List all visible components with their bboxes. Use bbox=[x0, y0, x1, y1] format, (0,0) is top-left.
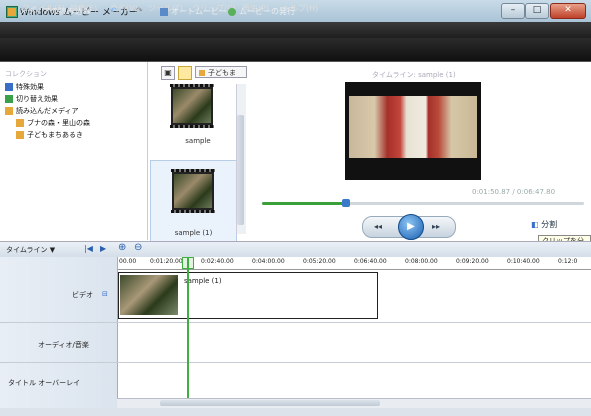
content-item-label: sample (1) bbox=[174, 229, 213, 237]
filmstrip bbox=[170, 125, 214, 128]
effects-icon bbox=[5, 83, 13, 91]
split-icon: ◧ bbox=[531, 220, 539, 229]
clip-thumbnail bbox=[120, 275, 178, 315]
redo-button[interactable]: ↷ bbox=[136, 6, 143, 15]
view-toggle-button[interactable]: ▣ bbox=[161, 66, 175, 80]
content-item-sample-1[interactable]: sample (1) bbox=[150, 160, 237, 242]
import-icon bbox=[8, 7, 16, 16]
ruler-tick: 0:02:40.00 bbox=[201, 258, 234, 265]
content-item-label: sample bbox=[185, 137, 211, 145]
collection-item-label: 特殊効果 bbox=[16, 83, 44, 91]
seek-progress bbox=[262, 202, 346, 205]
split-button[interactable]: ◧ 分割 bbox=[531, 219, 557, 230]
track-label-title-overlay: タイトル オーバーレイ bbox=[8, 379, 81, 387]
zoom-out-icon[interactable]: ⊖ bbox=[134, 242, 142, 253]
split-label: 分割 bbox=[541, 220, 558, 229]
previous-frame-button[interactable]: ◂◂ bbox=[374, 222, 382, 231]
preview-frame bbox=[349, 96, 477, 158]
track-label-video: ビデオ bbox=[72, 291, 93, 299]
ruler-tick: 0:01:20.00 bbox=[150, 258, 183, 265]
playhead-handle[interactable] bbox=[182, 257, 194, 269]
playhead[interactable] bbox=[187, 257, 189, 400]
automovie-icon bbox=[160, 7, 168, 16]
ruler-tick: 0:05:20.00 bbox=[303, 258, 336, 265]
import-media-button[interactable]: メディアの読み込み bbox=[8, 6, 90, 17]
maximize-button[interactable]: □ bbox=[525, 3, 549, 19]
folder-icon bbox=[5, 107, 13, 115]
automovie-button[interactable]: オートムービー bbox=[160, 6, 227, 17]
track-headers bbox=[0, 257, 118, 416]
collection-item-label: 読み込んだメディア bbox=[16, 107, 79, 115]
folder-icon bbox=[16, 119, 24, 127]
play-timeline-button[interactable]: ▶ bbox=[100, 244, 106, 253]
collection-item-transitions[interactable]: 切り替え効果 bbox=[5, 94, 58, 104]
play-button[interactable]: ▶ bbox=[398, 214, 424, 240]
ruler-tick: 0:12:0 bbox=[558, 258, 578, 265]
ruler-tick: 0:08:00.00 bbox=[405, 258, 438, 265]
folder-icon bbox=[199, 70, 205, 76]
track-divider bbox=[0, 362, 117, 363]
collection-item-label: ブナの森・里山の森 bbox=[27, 119, 90, 127]
preview-title: タイムライン: sample (1) bbox=[372, 71, 456, 79]
collections-header: コレクション bbox=[5, 70, 47, 78]
ruler-tick: 0:09:20.00 bbox=[456, 258, 489, 265]
close-button[interactable]: ✕ bbox=[550, 3, 586, 19]
time-display: 0:01:50.87 / 0:06:47.80 bbox=[472, 188, 556, 196]
seek-handle[interactable] bbox=[342, 199, 350, 207]
minimize-button[interactable]: – bbox=[501, 3, 525, 19]
folder-icon bbox=[16, 131, 24, 139]
publish-icon bbox=[228, 7, 236, 16]
filmstrip bbox=[171, 210, 215, 213]
collection-item-kids-walk[interactable]: 子どもまちあるき bbox=[16, 130, 83, 140]
collection-item-imported-media[interactable]: 読み込んだメディア bbox=[5, 106, 79, 116]
ruler-tick: 0:04:00.00 bbox=[252, 258, 285, 265]
breadcrumb[interactable]: 子どもま bbox=[195, 66, 247, 78]
undo-button[interactable]: ↶ bbox=[110, 6, 117, 15]
clip-thumbnail bbox=[171, 87, 213, 125]
collection-item-label: 切り替え効果 bbox=[16, 95, 58, 103]
collection-item-forest[interactable]: ブナの森・里山の森 bbox=[16, 118, 90, 128]
publish-movie-button[interactable]: ムービーの発行 bbox=[228, 6, 295, 17]
automovie-label: オートムービー bbox=[171, 7, 227, 16]
video-track-toggle[interactable]: ⊟ bbox=[102, 290, 108, 298]
import-media-label: メディアの読み込み bbox=[19, 7, 91, 16]
ruler-tick: 0:10:40.00 bbox=[507, 258, 540, 265]
track-divider bbox=[0, 322, 117, 323]
publish-movie-label: ムービーの発行 bbox=[239, 7, 295, 16]
menu-bar bbox=[0, 22, 591, 38]
breadcrumb-label: 子どもま bbox=[208, 69, 236, 77]
clip-label: sample (1) bbox=[184, 277, 222, 285]
zoom-in-icon[interactable]: ⊕ bbox=[118, 242, 126, 253]
toolbar bbox=[0, 38, 591, 62]
ruler-tick: 00.00 bbox=[119, 258, 137, 265]
clip-thumbnail bbox=[172, 172, 214, 210]
timeline-dropdown[interactable]: タイムライン ▼ bbox=[6, 245, 55, 255]
content-item-sample[interactable]: sample bbox=[162, 84, 234, 154]
folder-up-button[interactable] bbox=[178, 66, 192, 80]
collection-item-effects[interactable]: 特殊効果 bbox=[5, 82, 44, 92]
rewind-timeline-button[interactable]: |◀ bbox=[84, 244, 93, 253]
track-label-audio: オーディオ/音楽 bbox=[38, 341, 89, 349]
next-frame-button[interactable]: ▸▸ bbox=[432, 222, 440, 231]
transitions-icon bbox=[5, 95, 13, 103]
contents-scroll-thumb[interactable] bbox=[237, 115, 244, 225]
timeline-scroll-thumb[interactable] bbox=[160, 400, 380, 406]
collection-item-label: 子どもまちあるき bbox=[27, 131, 83, 139]
ruler-tick: 0:06:40.00 bbox=[354, 258, 387, 265]
status-bar bbox=[0, 408, 591, 416]
